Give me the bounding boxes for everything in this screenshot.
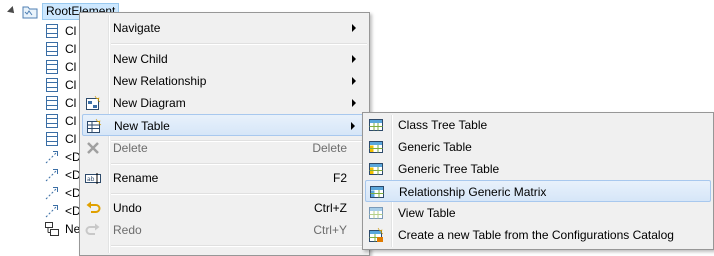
svg-text:ab: ab: [87, 176, 95, 183]
tree-item[interactable]: Cl: [44, 94, 76, 112]
menu-item-relationship-generic-matrix[interactable]: Relationship Generic Matrix: [365, 180, 711, 202]
tree-item[interactable]: Cl: [44, 130, 76, 148]
menu-item-view-table[interactable]: View Table: [365, 202, 711, 224]
menu-item-label: Redo: [113, 223, 142, 237]
menu-item-new-relationship[interactable]: New Relationship: [82, 70, 367, 92]
tree-item[interactable]: Cl: [44, 76, 76, 94]
submenu-arrow-icon: [352, 99, 356, 107]
tree-item-label: Cl: [65, 78, 77, 92]
menu-item-label: Generic Tree Table: [398, 162, 500, 176]
submenu-arrow-icon: [352, 77, 356, 85]
menu-item-undo[interactable]: Undo Ctrl+Z: [82, 197, 367, 219]
menu-item-label: Relationship Generic Matrix: [399, 185, 547, 199]
menu-item-label: New Diagram: [113, 96, 186, 110]
menu-separator: [111, 245, 367, 247]
undo-icon: [86, 201, 101, 213]
tree-item[interactable]: <D: [44, 184, 81, 202]
class-icon: [46, 96, 58, 110]
redo-icon: [85, 223, 100, 235]
tree-item-label: Cl: [65, 132, 77, 146]
class-icon: [46, 114, 58, 128]
menu-item-label: Delete: [113, 141, 148, 155]
tree-item[interactable]: <D: [44, 148, 81, 166]
tree-item-label: Cl: [65, 42, 77, 56]
menu-item-redo[interactable]: Redo Ctrl+Y: [82, 219, 367, 241]
menu-separator: [111, 193, 367, 195]
rename-icon: ab: [85, 173, 101, 184]
relationship-icon: [45, 187, 58, 200]
folder-icon: [22, 6, 38, 18]
catalog-table-icon: [369, 227, 384, 242]
relationship-icon: [45, 205, 58, 218]
menu-item-navigate[interactable]: Navigate: [82, 17, 367, 39]
new-table-submenu: Class Tree Table Generic Table Generic T…: [362, 112, 714, 250]
class-icon: [46, 42, 58, 56]
menu-item-label: Generic Table: [398, 140, 472, 154]
tree-item[interactable]: Cl: [44, 58, 76, 76]
menu-item-label: Rename: [113, 171, 159, 185]
menu-item-new-child[interactable]: New Child: [82, 48, 367, 70]
submenu-arrow-icon: [351, 122, 355, 130]
context-menu: Navigate New Child New Relationship New …: [79, 12, 370, 256]
matrix-icon: [370, 186, 384, 198]
table-icon: [369, 119, 383, 131]
menu-separator: [111, 43, 367, 45]
relationship-icon: [45, 169, 58, 182]
menu-item-generic-tree-table[interactable]: Generic Tree Table: [365, 158, 711, 180]
menu-item-rename[interactable]: ab Rename F2: [82, 167, 367, 189]
menu-separator: [111, 163, 367, 165]
submenu-arrow-icon: [352, 55, 356, 63]
tree-item-label: Cl: [65, 60, 77, 74]
tree-item-label: Cl: [65, 114, 77, 128]
menu-item-label: Class Tree Table: [398, 118, 488, 132]
delete-icon: [87, 142, 99, 154]
shortcut-label: F2: [332, 171, 347, 185]
tree-item[interactable]: <D: [44, 166, 81, 184]
menu-item-label: Create a new Table from the Configuratio…: [398, 228, 674, 242]
menu-item-label: New Child: [113, 52, 168, 66]
expand-twisty-icon[interactable]: [7, 6, 17, 16]
tree-item-label: Cl: [65, 24, 77, 38]
shortcut-label: Ctrl+Z: [314, 201, 347, 215]
table-icon: [369, 163, 383, 175]
relationship-icon: [45, 151, 58, 164]
menu-item-generic-table[interactable]: Generic Table: [365, 136, 711, 158]
shortcut-label: Delete: [312, 141, 347, 155]
tree-item[interactable]: Cl: [44, 22, 76, 40]
new-diagram-icon: [86, 95, 101, 110]
menu-item-label: View Table: [398, 206, 456, 220]
table-icon: [369, 141, 383, 153]
menu-item-label: New Relationship: [113, 74, 207, 88]
class-icon: [46, 60, 58, 74]
menu-item-new-diagram[interactable]: New Diagram: [82, 92, 367, 114]
class-icon: [46, 78, 58, 92]
menu-item-new-table[interactable]: New Table: [82, 114, 367, 136]
menu-item-configurations-catalog[interactable]: Create a new Table from the Configuratio…: [365, 224, 711, 246]
tree-item[interactable]: Ne: [44, 220, 80, 238]
menu-item-delete[interactable]: Delete Delete: [82, 137, 367, 159]
tree-item-label: Cl: [65, 96, 77, 110]
tree-item[interactable]: Cl: [44, 112, 76, 130]
class-icon: [46, 24, 58, 38]
shortcut-label: Ctrl+Y: [313, 223, 347, 237]
new-table-icon: [87, 118, 102, 133]
tree-item[interactable]: <D: [44, 202, 81, 220]
menu-item-class-tree-table[interactable]: Class Tree Table: [365, 114, 711, 136]
submenu-arrow-icon: [352, 24, 356, 32]
nested-element-icon: [45, 222, 59, 236]
menu-item-label: Navigate: [113, 21, 161, 35]
menu-item-label: New Table: [114, 119, 170, 133]
class-icon: [46, 132, 58, 146]
menu-item-label: Undo: [113, 201, 142, 215]
tree-item[interactable]: Cl: [44, 40, 76, 58]
view-table-icon: [369, 207, 383, 219]
